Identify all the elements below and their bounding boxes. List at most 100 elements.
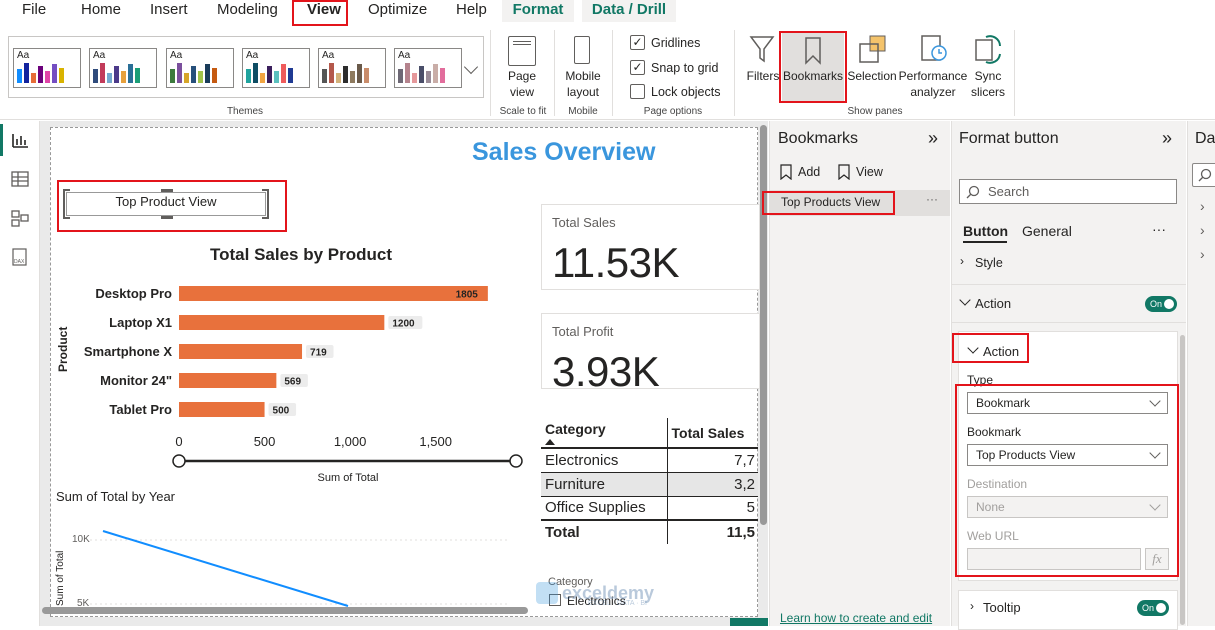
menu-optimize[interactable]: Optimize: [364, 0, 431, 22]
matrix-header-total-sales[interactable]: Total Sales: [667, 418, 758, 448]
action-section-header[interactable]: Action: [975, 296, 1011, 311]
filters-label[interactable]: Filters: [744, 68, 782, 84]
performance-analyzer-icon[interactable]: [920, 34, 948, 66]
tab-general[interactable]: General: [1022, 223, 1072, 239]
menu-file[interactable]: File: [18, 0, 50, 22]
action-card-title[interactable]: Action: [983, 344, 1019, 359]
add-bookmark-icon[interactable]: [779, 164, 793, 180]
collapse-format-pane-icon[interactable]: »: [1162, 128, 1172, 149]
tooltip-toggle[interactable]: On: [1137, 600, 1169, 616]
sync-slicers-icon[interactable]: [972, 34, 1004, 66]
mobile-layout-icon[interactable]: [574, 36, 590, 64]
destination-value: None: [976, 500, 1005, 514]
menu-help[interactable]: Help: [452, 0, 491, 22]
line-chart[interactable]: [90, 510, 520, 610]
dax-query-view-icon[interactable]: DAX: [10, 248, 30, 266]
theme-3[interactable]: Aa: [166, 48, 234, 88]
menu-modeling[interactable]: Modeling: [213, 0, 282, 22]
tab-button[interactable]: Button: [963, 223, 1008, 239]
category-matrix[interactable]: Category Total Sales Electronics 7,7 Furn…: [541, 418, 758, 544]
theme-6[interactable]: Aa: [394, 48, 462, 88]
bookmark-dropdown[interactable]: Top Products View: [967, 444, 1168, 466]
format-pane-scrollbar[interactable]: [1180, 335, 1185, 625]
bar[interactable]: [179, 373, 277, 388]
format-more-icon[interactable]: ···: [1152, 221, 1166, 237]
web-url-input[interactable]: [967, 548, 1141, 570]
expand-table-icon[interactable]: ›: [1200, 222, 1205, 238]
theme-5[interactable]: Aa: [318, 48, 386, 88]
bookmark-more-icon[interactable]: ···: [926, 192, 938, 206]
expand-table-icon[interactable]: ›: [1200, 198, 1205, 214]
page-view-label-1[interactable]: Page: [497, 68, 547, 84]
bar[interactable]: [179, 315, 385, 330]
table-row[interactable]: Office Supplies 5: [541, 496, 758, 520]
model-view-icon[interactable]: [10, 209, 30, 227]
bar[interactable]: [179, 402, 265, 417]
total-row: Total 11,5: [541, 520, 758, 544]
menu-data-drill[interactable]: Data / Drill: [582, 0, 676, 22]
page-tab-indicator[interactable]: [730, 618, 768, 626]
menu-insert[interactable]: Insert: [146, 0, 192, 22]
gridlines-checkbox[interactable]: ✓ Gridlines: [630, 35, 700, 50]
expand-table-icon[interactable]: ›: [1200, 246, 1205, 262]
resize-handle-bottom[interactable]: [161, 216, 173, 219]
resize-handle-right[interactable]: [262, 189, 269, 219]
card-value: 11.53K: [552, 239, 680, 286]
view-bookmarks-button[interactable]: View: [856, 165, 883, 179]
page-view-icon[interactable]: [508, 36, 536, 66]
menu-home[interactable]: Home: [77, 0, 125, 22]
resize-handle-left[interactable]: [63, 189, 70, 219]
format-search-input[interactable]: Search: [959, 179, 1177, 204]
theme-4[interactable]: Aa: [242, 48, 310, 88]
type-dropdown[interactable]: Bookmark: [967, 392, 1168, 414]
bar-chart[interactable]: Desktop Pro 1805 Laptop X1 1200 Smartphone X…: [60, 275, 530, 485]
sync-label-2[interactable]: slicers: [968, 84, 1008, 100]
menu-view[interactable]: View: [303, 0, 345, 22]
matrix-header-category[interactable]: Category: [541, 418, 668, 448]
mobile-label-2[interactable]: layout: [558, 84, 608, 100]
selection-label[interactable]: Selection: [845, 68, 899, 84]
series-line: [102, 530, 349, 607]
lock-objects-checkbox[interactable]: Lock objects: [630, 84, 720, 99]
learn-bookmarks-link[interactable]: Learn how to create and edit: [780, 611, 932, 625]
table-row[interactable]: Electronics 7,7: [541, 448, 758, 472]
bar[interactable]: [179, 286, 488, 301]
snap-to-grid-checkbox[interactable]: ✓ Snap to grid: [630, 60, 718, 75]
active-view-indicator: [0, 124, 3, 156]
tooltip-section[interactable]: Tooltip: [983, 600, 1021, 615]
table-row[interactable]: Furniture 3,2: [541, 472, 758, 496]
gridlines-label: Gridlines: [651, 35, 701, 50]
action-toggle[interactable]: On: [1145, 296, 1177, 312]
zoom-slider-handle-right[interactable]: [509, 454, 523, 468]
style-section[interactable]: Style: [975, 256, 1003, 270]
page-view-label-2[interactable]: view: [497, 84, 547, 100]
total-profit-card[interactable]: Total Profit 3.93K: [541, 313, 760, 395]
search-icon: [966, 185, 980, 199]
bar[interactable]: [179, 344, 303, 359]
theme-2[interactable]: Aa: [89, 48, 157, 88]
sync-label-1[interactable]: Sync: [968, 68, 1008, 84]
resize-handle-top[interactable]: [161, 189, 173, 192]
web-url-label: Web URL: [967, 529, 1019, 543]
collapse-pane-icon[interactable]: »: [928, 128, 938, 149]
total-sales-card[interactable]: Total Sales 11.53K: [541, 204, 760, 290]
view-bookmark-icon[interactable]: [837, 164, 853, 180]
menu-format[interactable]: Format: [502, 0, 574, 22]
tooltip-chevron-icon[interactable]: ›: [970, 599, 974, 613]
theme-1[interactable]: Aa: [13, 48, 81, 88]
zoom-slider-handle-left[interactable]: [172, 454, 186, 468]
performance-label-2[interactable]: analyzer: [898, 84, 968, 100]
destination-dropdown[interactable]: None: [967, 496, 1168, 518]
mobile-label-1[interactable]: Mobile: [558, 68, 608, 84]
fx-button[interactable]: fx: [1145, 548, 1169, 570]
table-view-icon[interactable]: [10, 170, 30, 188]
filter-icon[interactable]: [749, 34, 775, 64]
vertical-scrollbar[interactable]: [760, 125, 767, 525]
style-section-chevron-icon[interactable]: ›: [960, 254, 964, 268]
selection-icon[interactable]: [858, 34, 888, 66]
line-ytick: 10K: [72, 534, 90, 545]
add-bookmark-button[interactable]: Add: [798, 165, 820, 179]
report-view-icon[interactable]: [10, 131, 30, 149]
performance-label-1[interactable]: Performance: [898, 68, 968, 84]
page-options-label: Page options: [643, 106, 703, 117]
